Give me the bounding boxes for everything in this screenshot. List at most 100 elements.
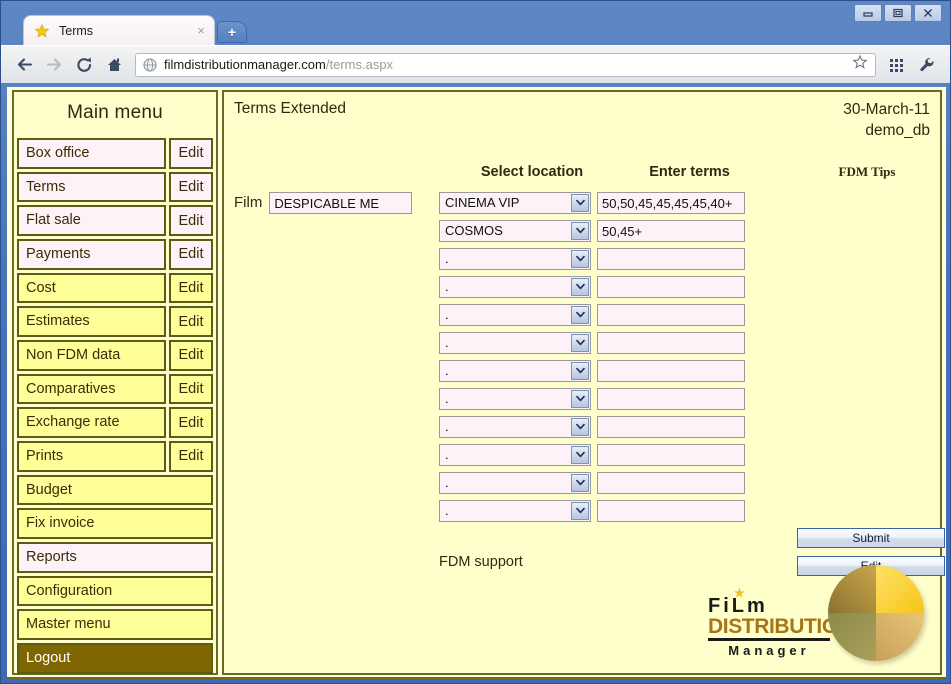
location-select-1[interactable]: CINEMA VIP [439, 192, 591, 214]
chevron-down-icon[interactable] [571, 474, 589, 492]
sidebar-item-exchange-rate[interactable]: Exchange rate [17, 407, 166, 438]
bookmark-star-icon[interactable] [852, 54, 868, 75]
edit-button-box-office[interactable]: Edit [169, 138, 213, 169]
back-icon[interactable] [9, 51, 39, 79]
terms-input-9[interactable] [597, 416, 745, 438]
submit-button[interactable]: Submit [797, 528, 945, 548]
tab-strip: Terms × + [1, 1, 950, 45]
sidebar-item-cost[interactable]: Cost [17, 273, 166, 304]
apps-grid-icon[interactable] [882, 51, 912, 79]
terms-input-3[interactable] [597, 248, 745, 270]
address-bar[interactable]: filmdistributionmanager.com/terms.aspx [135, 53, 876, 77]
edit-button-flat-sale[interactable]: Edit [169, 205, 213, 236]
url-path: /terms.aspx [326, 57, 393, 72]
sidebar-item-estimates[interactable]: Estimates [17, 306, 166, 337]
sidebar-item-reports[interactable]: Reports [17, 542, 213, 573]
sidebar-item-payments[interactable]: Payments [17, 239, 166, 270]
chevron-down-icon[interactable] [571, 250, 589, 268]
new-tab-button[interactable]: + [217, 21, 247, 43]
sidebar-item-terms[interactable]: Terms [17, 172, 166, 203]
terms-input-11[interactable] [597, 472, 745, 494]
wrench-icon[interactable] [912, 51, 942, 79]
sidebar-item-prints[interactable]: Prints [17, 441, 166, 472]
chevron-down-icon[interactable] [571, 362, 589, 380]
menu-row: ComparativesEdit [17, 374, 213, 405]
maximize-button[interactable] [884, 4, 912, 22]
chevron-down-icon[interactable] [571, 334, 589, 352]
location-select-3[interactable]: . [439, 248, 591, 270]
terms-input-10[interactable] [597, 444, 745, 466]
sidebar-item-flat-sale[interactable]: Flat sale [17, 205, 166, 236]
sidebar-item-fix-invoice[interactable]: Fix invoice [17, 508, 213, 539]
location-value: COSMOS [445, 223, 590, 238]
menu-row: Flat saleEdit [17, 205, 213, 236]
chevron-down-icon[interactable] [571, 194, 589, 212]
chevron-down-icon[interactable] [571, 418, 589, 436]
chevron-down-icon[interactable] [571, 446, 589, 464]
terms-input-12[interactable] [597, 500, 745, 522]
browser-tab-terms[interactable]: Terms × [23, 15, 215, 45]
close-button[interactable] [914, 4, 942, 22]
edit-button-non-fdm-data[interactable]: Edit [169, 340, 213, 371]
logo-star-icon: ★ [734, 587, 748, 599]
home-icon[interactable] [99, 51, 129, 79]
page-viewport: Main menu Box officeEditTermsEditFlat sa… [7, 87, 946, 679]
reload-icon[interactable] [69, 51, 99, 79]
sidebar-item-configuration[interactable]: Configuration [17, 576, 213, 607]
close-icon[interactable]: × [194, 24, 208, 37]
column-header-location: Select location [452, 164, 612, 180]
chevron-down-icon[interactable] [571, 306, 589, 324]
edit-button-prints[interactable]: Edit [169, 441, 213, 472]
sidebar-item-budget[interactable]: Budget [17, 475, 213, 506]
terms-input-1[interactable]: 50,50,45,45,45,45,40+ [597, 192, 745, 214]
location-select-2[interactable]: COSMOS [439, 220, 591, 242]
chevron-down-icon[interactable] [571, 222, 589, 240]
edit-button-estimates[interactable]: Edit [169, 306, 213, 337]
chevron-down-icon[interactable] [571, 390, 589, 408]
web-page: Main menu Box officeEditTermsEditFlat sa… [7, 87, 946, 679]
sidebar-item-box-office[interactable]: Box office [17, 138, 166, 169]
terms-input-5[interactable] [597, 304, 745, 326]
location-value: . [445, 391, 590, 406]
chevron-down-icon[interactable] [571, 502, 589, 520]
film-input[interactable]: DESPICABLE ME [269, 192, 412, 214]
location-select-10[interactable]: . [439, 444, 591, 466]
main-menu-sidebar: Main menu Box officeEditTermsEditFlat sa… [12, 90, 218, 675]
terms-row: . [439, 332, 745, 354]
url-domain: filmdistributionmanager.com [164, 57, 326, 72]
menu-list: Box officeEditTermsEditFlat saleEditPaym… [17, 138, 213, 677]
location-select-8[interactable]: . [439, 388, 591, 410]
menu-row: Exchange rateEdit [17, 407, 213, 438]
menu-row: Fix invoice [17, 508, 213, 539]
location-select-11[interactable]: . [439, 472, 591, 494]
edit-button-cost[interactable]: Edit [169, 273, 213, 304]
location-select-5[interactable]: . [439, 304, 591, 326]
chevron-down-icon[interactable] [571, 278, 589, 296]
terms-input-7[interactable] [597, 360, 745, 382]
terms-input-2[interactable]: 50,45+ [597, 220, 745, 242]
location-select-12[interactable]: . [439, 500, 591, 522]
logo-manager-text: Manager [708, 644, 830, 657]
terms-input-6[interactable] [597, 332, 745, 354]
location-value: CINEMA VIP [445, 195, 590, 210]
edit-button-terms[interactable]: Edit [169, 172, 213, 203]
page-bottom-edge [7, 677, 946, 679]
location-select-6[interactable]: . [439, 332, 591, 354]
edit-button-comparatives[interactable]: Edit [169, 374, 213, 405]
sidebar-item-comparatives[interactable]: Comparatives [17, 374, 166, 405]
sidebar-item-master-menu[interactable]: Master menu [17, 609, 213, 640]
edit-button-exchange-rate[interactable]: Edit [169, 407, 213, 438]
location-select-7[interactable]: . [439, 360, 591, 382]
edit-button-payments[interactable]: Edit [169, 239, 213, 270]
sidebar-item-non-fdm-data[interactable]: Non FDM data [17, 340, 166, 371]
terms-input-8[interactable] [597, 388, 745, 410]
content-panel: Terms Extended 30-March-11 demo_db Selec… [222, 90, 942, 675]
database-name: demo_db [843, 121, 930, 142]
minimize-button[interactable] [854, 4, 882, 22]
browser-toolbar: filmdistributionmanager.com/terms.aspx [1, 45, 950, 83]
terms-input-4[interactable] [597, 276, 745, 298]
star-icon [34, 23, 50, 39]
location-select-4[interactable]: . [439, 276, 591, 298]
location-select-9[interactable]: . [439, 416, 591, 438]
sidebar-item-logout[interactable]: Logout [17, 643, 213, 674]
